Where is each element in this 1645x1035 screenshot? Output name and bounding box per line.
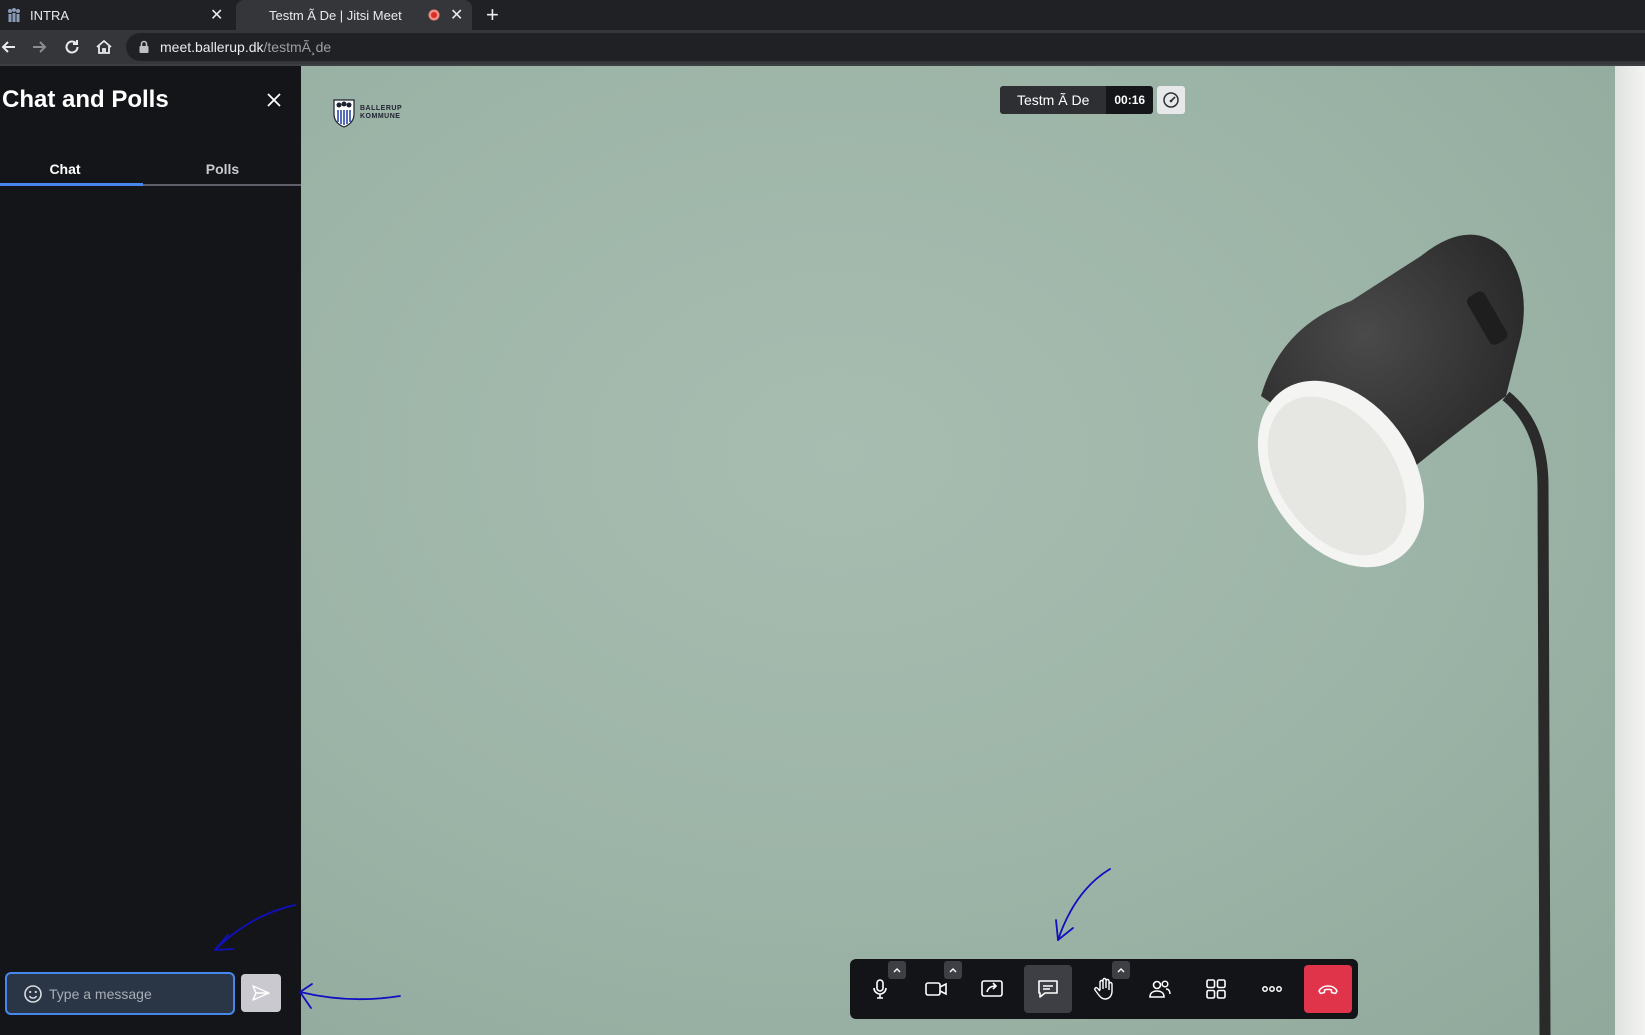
meeting-toolbox bbox=[850, 959, 1358, 1019]
address-bar[interactable]: meet.ballerup.dk/testmÃ¸de bbox=[126, 33, 1645, 61]
meeting-name: Testm Ã De bbox=[1000, 86, 1107, 114]
raise-hand-icon bbox=[1094, 977, 1113, 1000]
browser-tab-strip: INTRA ✕ Testm Ã De | Jitsi Meet ✕ + bbox=[0, 0, 1645, 30]
chevron-up-icon bbox=[893, 968, 901, 973]
close-icon bbox=[267, 93, 281, 107]
reload-button[interactable] bbox=[57, 30, 87, 64]
emoji-button[interactable] bbox=[23, 984, 43, 1004]
forward-button[interactable] bbox=[24, 30, 54, 64]
chat-button[interactable] bbox=[1024, 965, 1072, 1013]
tab-title: Testm Ã De | Jitsi Meet bbox=[269, 7, 402, 23]
recording-indicator-icon bbox=[428, 9, 440, 21]
audio-settings-caret[interactable] bbox=[888, 961, 906, 979]
chevron-up-icon bbox=[1117, 968, 1125, 973]
more-options-icon bbox=[1262, 986, 1282, 992]
lock-icon bbox=[139, 40, 149, 53]
home-icon bbox=[96, 39, 112, 54]
microphone-icon bbox=[873, 979, 887, 999]
browser-tab-jitsi[interactable]: Testm Ã De | Jitsi Meet ✕ bbox=[236, 0, 472, 30]
active-tab-indicator bbox=[0, 183, 143, 186]
ballerup-logo: BALLERUP KOMMUNE bbox=[332, 98, 402, 128]
gauge-icon bbox=[1163, 92, 1179, 108]
chevron-up-icon bbox=[949, 968, 957, 973]
window-frame-edge bbox=[1615, 66, 1645, 1035]
participants-icon bbox=[1149, 980, 1171, 998]
participants-button[interactable] bbox=[1136, 965, 1184, 1013]
connection-stats-button[interactable] bbox=[1157, 86, 1186, 114]
chat-sidebar: Chat and Polls Chat Polls bbox=[0, 66, 301, 1035]
send-icon bbox=[252, 985, 270, 1001]
message-input[interactable] bbox=[49, 985, 209, 1002]
tab-chat[interactable]: Chat bbox=[0, 152, 130, 186]
logo-line1: BALLERUP bbox=[360, 105, 403, 112]
close-sidebar-button[interactable] bbox=[264, 90, 284, 110]
arrow-left-icon bbox=[1, 41, 15, 53]
close-tab-icon[interactable]: ✕ bbox=[450, 5, 463, 25]
message-input-box[interactable] bbox=[5, 972, 235, 1015]
chat-icon bbox=[1038, 980, 1058, 998]
tab-title: INTRA bbox=[30, 7, 69, 23]
hang-up-icon bbox=[1318, 985, 1338, 995]
reactions-caret[interactable] bbox=[1112, 961, 1130, 979]
new-tab-button[interactable]: + bbox=[486, 2, 499, 28]
arrow-right-icon bbox=[33, 41, 47, 53]
browser-toolbar: meet.ballerup.dk/testmÃ¸de bbox=[0, 30, 1645, 64]
smiley-icon bbox=[24, 984, 42, 1003]
camera-icon bbox=[925, 982, 947, 996]
browser-tab-intra[interactable]: INTRA ✕ bbox=[0, 0, 232, 30]
screen-share-button[interactable] bbox=[968, 965, 1016, 1013]
logo-line2: KOMMUNE bbox=[360, 113, 401, 120]
close-tab-icon[interactable]: ✕ bbox=[210, 5, 223, 25]
meeting-info: Testm Ã De 00:16 bbox=[1000, 86, 1186, 114]
back-button[interactable] bbox=[0, 30, 24, 64]
url-path: /testmÃ¸de bbox=[263, 39, 332, 55]
more-options-button[interactable] bbox=[1248, 965, 1296, 1013]
hang-up-button[interactable] bbox=[1304, 965, 1352, 1013]
video-stage bbox=[301, 66, 1645, 1035]
send-message-button[interactable] bbox=[241, 974, 281, 1012]
intra-favicon-icon bbox=[8, 8, 20, 22]
screen-share-icon bbox=[981, 980, 1003, 997]
tile-view-button[interactable] bbox=[1192, 965, 1240, 1013]
background-lamp-image bbox=[1257, 234, 1551, 1035]
url-host: meet.ballerup.dk bbox=[160, 39, 264, 55]
tab-polls[interactable]: Polls bbox=[150, 152, 295, 186]
home-button[interactable] bbox=[89, 30, 119, 64]
reload-icon bbox=[65, 40, 79, 54]
coat-of-arms-icon bbox=[333, 99, 355, 128]
tile-view-icon bbox=[1206, 979, 1226, 999]
sidebar-title: Chat and Polls bbox=[2, 86, 169, 113]
meeting-timer: 00:16 bbox=[1106, 86, 1154, 114]
video-settings-caret[interactable] bbox=[944, 961, 962, 979]
